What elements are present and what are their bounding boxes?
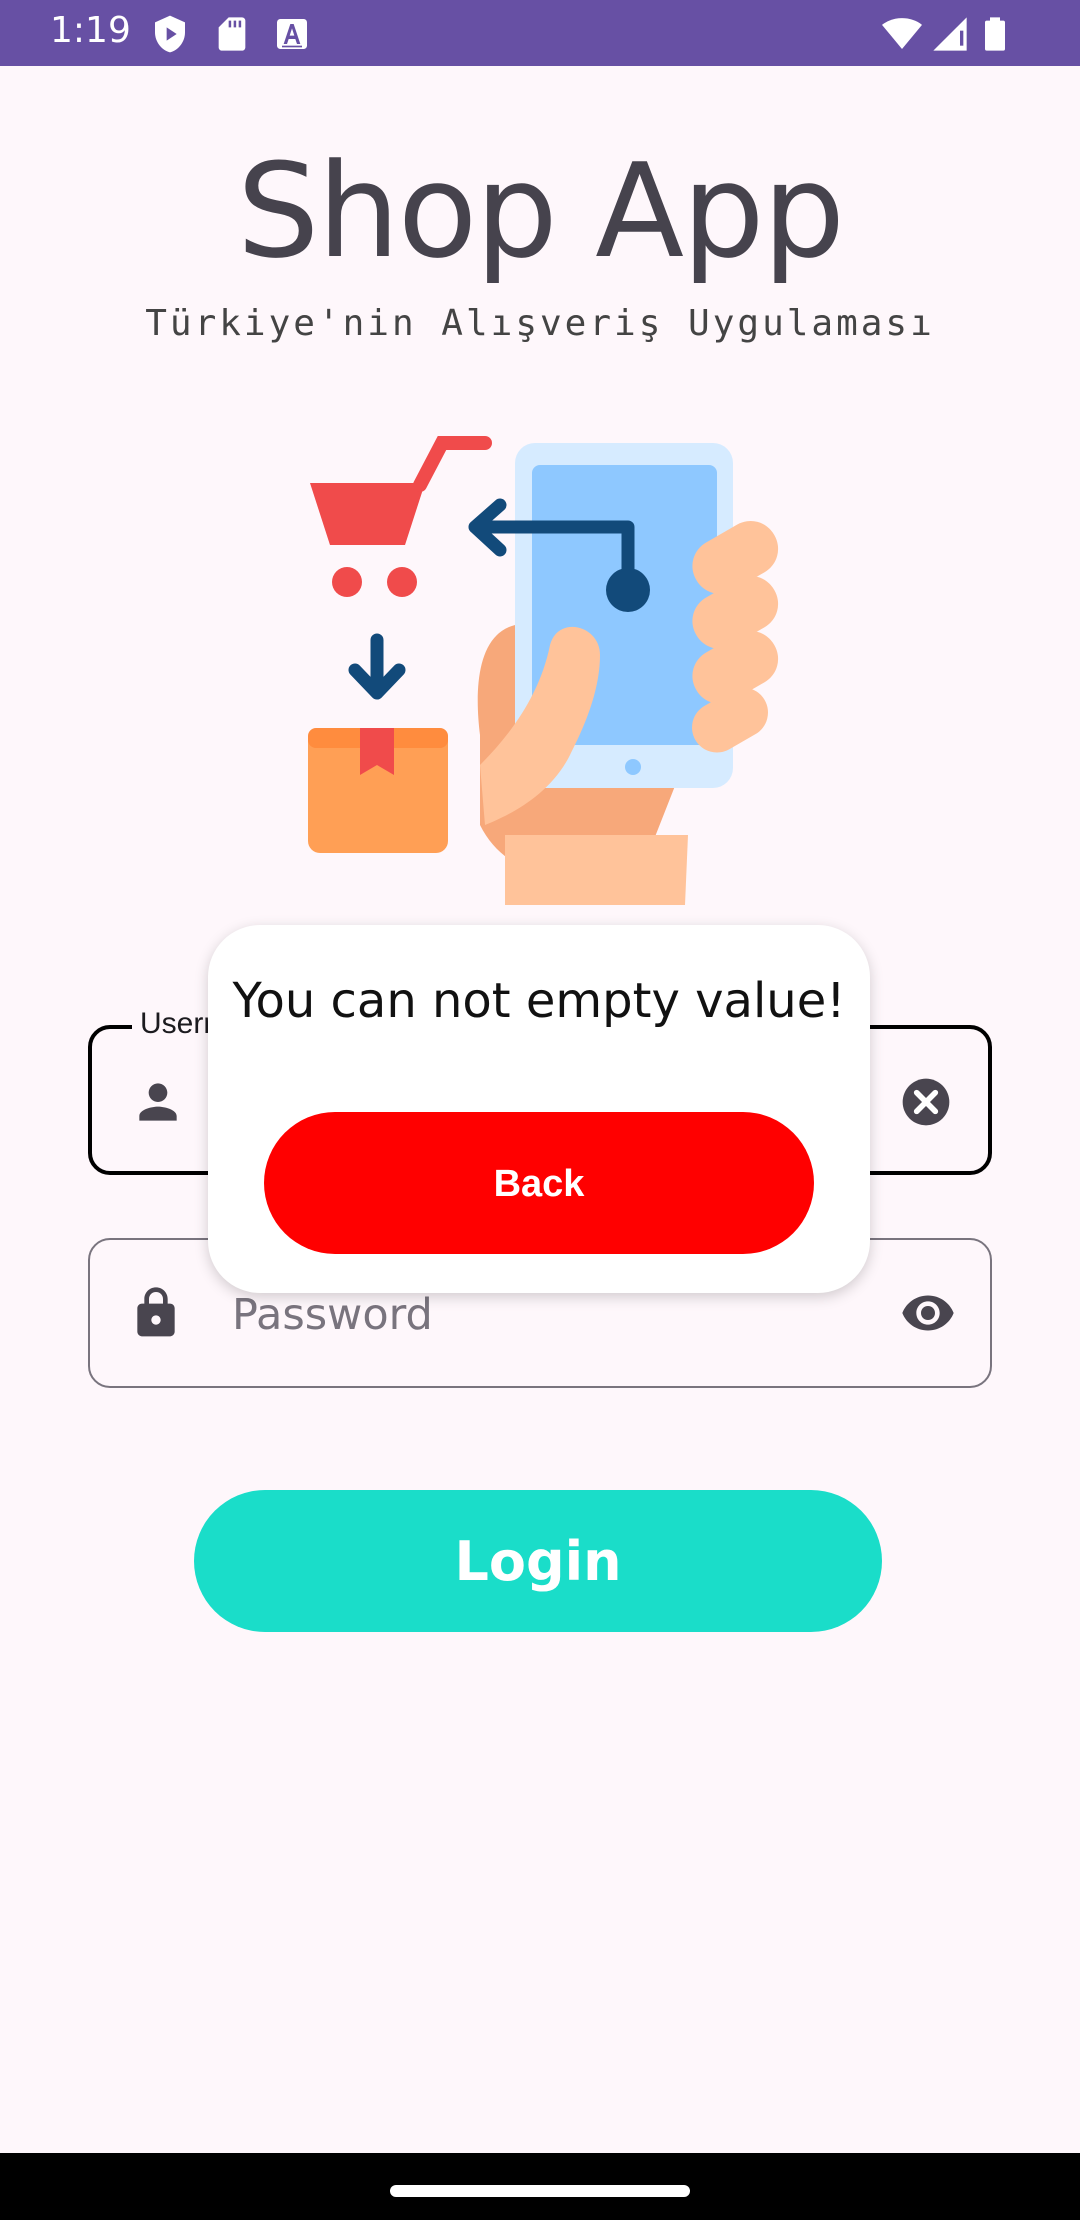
keyboard-a-icon [277,19,307,49]
shield-play-icon [155,15,185,53]
eye-icon[interactable] [900,1285,956,1341]
signal-icon [933,17,967,51]
wifi-icon [882,18,922,49]
clear-icon[interactable] [898,1074,954,1130]
back-button[interactable]: Back [264,1112,814,1254]
shopping-phone-hand-illustration [308,436,779,905]
dialog-message: You can not empty value! [232,973,846,1029]
app-title: Shop App [236,135,845,287]
home-handle[interactable] [390,2185,690,2197]
status-bar: 1:19 [0,0,1080,66]
login-button[interactable]: Login [194,1490,882,1632]
status-time: 1:19 [50,10,131,51]
password-placeholder: Password [232,1290,433,1340]
app-subtitle: Türkiye'nin Alışveriş Uygulaması [145,303,935,344]
lock-icon [137,1287,175,1337]
person-icon [139,1083,177,1121]
alert-dialog: You can not empty value! Back [208,925,870,1293]
battery-icon [985,17,1005,51]
sd-card-icon [218,17,246,51]
